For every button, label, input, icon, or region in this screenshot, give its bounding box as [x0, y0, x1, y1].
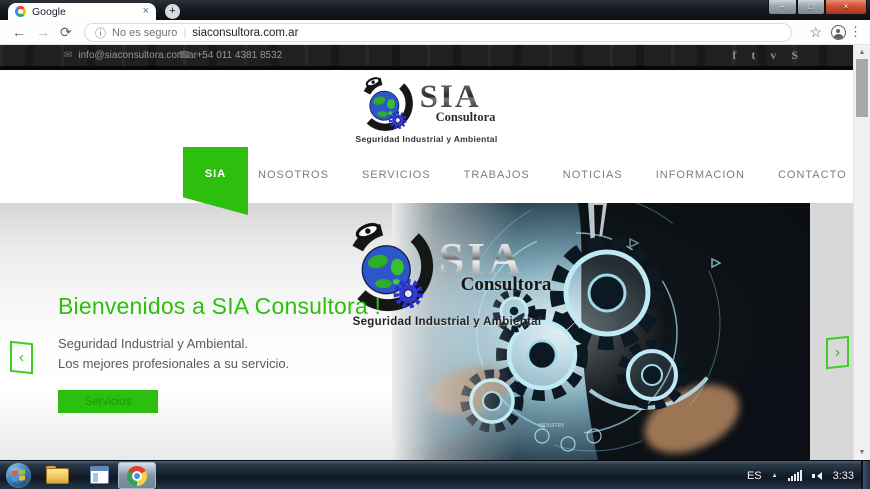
- language-indicator[interactable]: ES: [747, 470, 762, 482]
- window-minimize-button[interactable]: –: [768, 0, 797, 15]
- social-links: f t v S: [732, 45, 798, 66]
- hero-heading: Bienvenidos a SIA Consultora !: [58, 293, 381, 320]
- photo-industry-label: INDUSTRY: [539, 423, 565, 429]
- tray-expand-icon[interactable]: ▲: [772, 473, 778, 479]
- browser-menu-icon[interactable]: ⋮: [849, 23, 862, 41]
- nav-item-contacto[interactable]: CONTACTO: [778, 169, 847, 181]
- tab-title: Google: [32, 6, 137, 18]
- hero-right-strip: [808, 203, 853, 460]
- hero-line2: Los mejores profesionales a su servicio.: [58, 354, 381, 374]
- show-desktop-button[interactable]: [861, 461, 870, 489]
- scrollbar-thumb[interactable]: [856, 59, 868, 117]
- logo-name: SIA: [420, 83, 496, 113]
- site-header: SIA Consultora Seguridad Industrial y Am…: [0, 70, 853, 147]
- reload-icon[interactable]: ⟳: [60, 23, 72, 41]
- vimeo-icon[interactable]: v: [770, 48, 776, 63]
- phone-text: +54 011 4381 8532: [196, 50, 282, 61]
- system-tray: ES ▲ 3:33: [747, 461, 854, 489]
- bookmark-star-icon[interactable]: ☆: [809, 23, 822, 41]
- network-signal-icon[interactable]: [788, 470, 802, 481]
- chrome-icon: [127, 466, 147, 486]
- google-favicon-icon: [15, 6, 26, 17]
- nav-item-servicios[interactable]: SERVICIOS: [362, 169, 431, 181]
- sia-emblem-icon: [358, 76, 414, 132]
- scrollbar-down-icon[interactable]: ▼: [854, 449, 870, 456]
- topbar-phone[interactable]: ☎ +54 011 4381 8532: [178, 45, 282, 66]
- nav-item-informacion[interactable]: INFORMACION: [656, 169, 745, 181]
- mail-icon: ✉: [64, 50, 72, 61]
- browser-toolbar: ← → ⟳ ⓘ No es seguro | siaconsultora.com…: [0, 20, 870, 45]
- carousel-next-button[interactable]: ›: [826, 336, 849, 369]
- address-url: siaconsultora.com.ar: [192, 27, 298, 39]
- explorer-taskbar-button[interactable]: [46, 466, 69, 484]
- chrome-taskbar-button[interactable]: [118, 462, 156, 489]
- nav-item-noticias[interactable]: NOTICIAS: [563, 169, 623, 181]
- nav-item-trabajos[interactable]: TRABAJOS: [464, 169, 530, 181]
- tab-close-icon[interactable]: ×: [143, 6, 149, 17]
- hero-line1: Seguridad Industrial y Ambiental.: [58, 334, 381, 354]
- page-scrollbar[interactable]: ▲ ▼: [853, 45, 870, 460]
- logo-subname: Consultora: [436, 110, 496, 125]
- page-info-icon[interactable]: ⓘ: [95, 25, 106, 41]
- address-separator: |: [183, 27, 186, 39]
- app-window-taskbar-button[interactable]: [90, 466, 109, 484]
- forward-icon[interactable]: →: [36, 23, 50, 41]
- security-label: No es seguro: [112, 27, 177, 39]
- screen: Google × + – □ × ← → ⟳ ⓘ No es seguro | …: [0, 0, 870, 489]
- nav-item-nosotros[interactable]: NOSOTROS: [258, 169, 329, 181]
- browser-tab[interactable]: Google ×: [8, 3, 156, 20]
- volume-icon[interactable]: [812, 470, 823, 481]
- hero-slider: INDUSTRY: [0, 203, 853, 460]
- window-close-button[interactable]: ×: [825, 0, 867, 15]
- windows-taskbar: ES ▲ 3:33: [0, 460, 870, 489]
- new-tab-button[interactable]: +: [165, 4, 180, 19]
- site-topbar: ✉ info@siaconsultora.com.ar ☎ +54 011 43…: [0, 45, 853, 70]
- hero-copy: Bienvenidos a SIA Consultora ! Seguridad…: [58, 293, 381, 413]
- carousel-prev-button[interactable]: ‹: [10, 341, 33, 374]
- nav-items: NOSOTROS SERVICIOS TRABAJOS NOTICIAS INF…: [258, 147, 847, 203]
- browser-tab-strip: Google × + – □ ×: [0, 0, 870, 20]
- site-logo[interactable]: SIA Consultora Seguridad Industrial y Am…: [355, 76, 497, 144]
- logo-tagline: Seguridad Industrial y Ambiental: [355, 134, 497, 144]
- address-bar[interactable]: ⓘ No es seguro | siaconsultora.com.ar: [84, 23, 792, 42]
- back-icon[interactable]: ←: [12, 23, 26, 41]
- servicios-button[interactable]: Servicios: [58, 390, 158, 413]
- window-controls: – □ ×: [768, 0, 867, 15]
- skype-icon[interactable]: S: [791, 48, 798, 63]
- profile-avatar-icon[interactable]: [831, 25, 846, 40]
- clock[interactable]: 3:33: [833, 470, 854, 482]
- phone-icon: ☎: [178, 50, 190, 61]
- site-nav: SIA NOSOTROS SERVICIOS TRABAJOS NOTICIAS…: [0, 147, 853, 203]
- hero-logo-subname: Consultora: [461, 274, 552, 296]
- twitter-icon[interactable]: t: [751, 48, 755, 63]
- scrollbar-up-icon[interactable]: ▲: [854, 49, 870, 56]
- topbar-email[interactable]: ✉ info@siaconsultora.com.ar: [64, 45, 197, 66]
- facebook-icon[interactable]: f: [732, 48, 736, 63]
- start-button[interactable]: [6, 463, 31, 488]
- window-maximize-button[interactable]: □: [797, 0, 825, 15]
- windows-flag-icon: [12, 469, 25, 482]
